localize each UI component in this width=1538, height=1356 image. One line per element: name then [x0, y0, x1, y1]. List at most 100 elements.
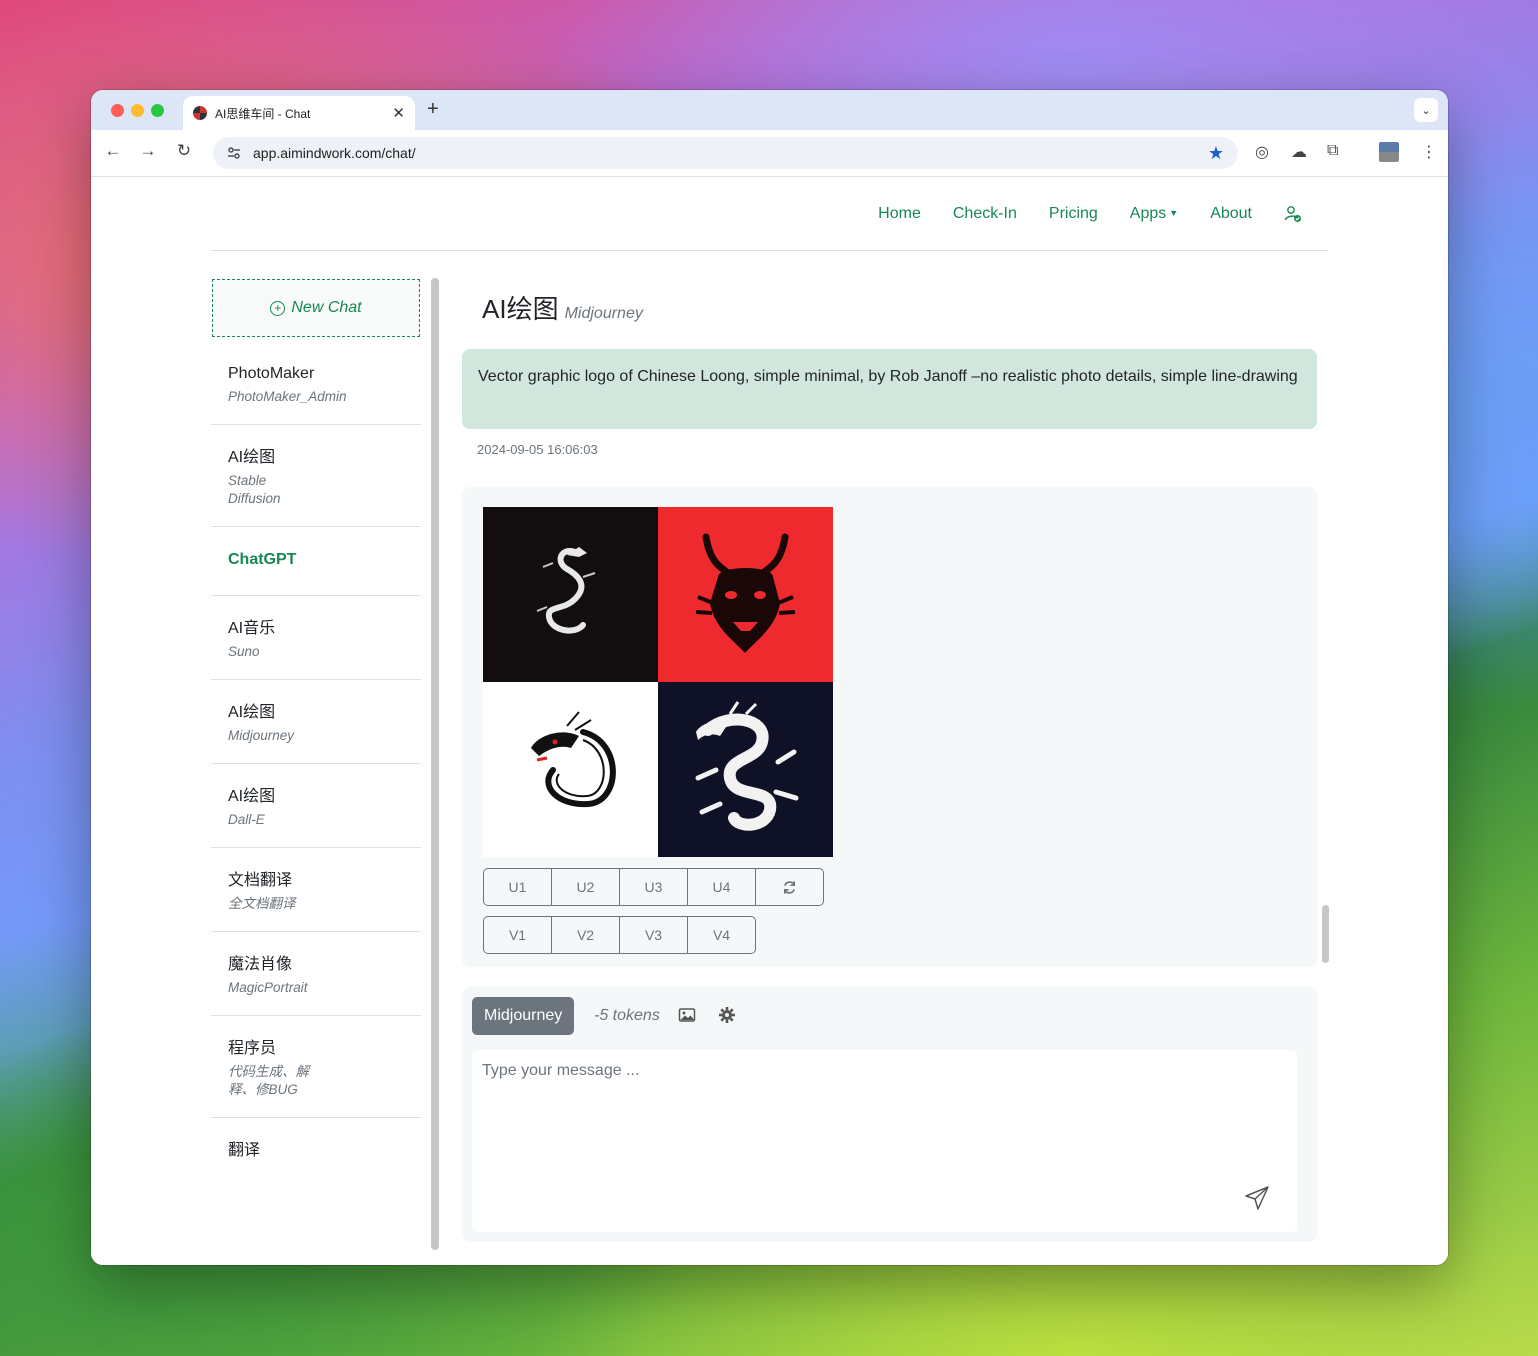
token-cost-label: -5 tokens — [594, 1007, 660, 1024]
sidebar-item-sub: 代码生成、解 释、修BUG — [228, 1064, 309, 1097]
reroll-button[interactable] — [755, 868, 824, 906]
sidebar-item-name: 程序员 — [228, 1040, 277, 1057]
plus-circle-icon: + — [270, 300, 286, 316]
chat-sidebar: + New Chat PhotoMaker PhotoMaker_Admin A… — [211, 279, 421, 1254]
sidebar-item-sub: Midjourney — [228, 728, 295, 743]
new-tab-icon[interactable]: + — [427, 98, 439, 121]
sidebar-item-sub: Stable Diffusion — [228, 473, 281, 506]
sidebar-item-sub: MagicPortrait — [228, 980, 308, 995]
variation-3-button[interactable]: V3 — [619, 916, 688, 954]
site-favicon-icon — [193, 106, 207, 120]
browser-menu-icon[interactable]: ⋮ — [1421, 142, 1437, 162]
dragon-image-1 — [483, 507, 658, 682]
tab-title: AI思维车间 - Chat — [215, 106, 311, 121]
nav-about-link[interactable]: About — [1210, 205, 1252, 223]
sidebar-item-sub: PhotoMaker_Admin — [228, 389, 347, 404]
chat-subtitle: Midjourney — [564, 305, 643, 322]
user-check-icon[interactable] — [1284, 205, 1302, 223]
sidebar-item-name: PhotoMaker — [228, 365, 315, 382]
tab-search-chevron-icon[interactable]: ⌄ — [1414, 98, 1438, 122]
sidebar-item-translate[interactable]: 翻译 — [211, 1118, 421, 1178]
upscale-4-button[interactable]: U4 — [687, 868, 756, 906]
forward-arrow-icon[interactable]: → — [136, 141, 160, 161]
password-manager-icon[interactable]: ◎ — [1255, 142, 1269, 162]
sidebar-item-name: 文档翻译 — [228, 872, 293, 889]
dragon-circle-icon — [531, 711, 616, 808]
dragon-silhouette-icon — [536, 547, 596, 634]
close-window-button[interactable] — [111, 104, 124, 117]
nav-pricing-link[interactable]: Pricing — [1049, 205, 1098, 223]
tab-bar: AI思维车间 - Chat ✕ + ⌄ — [91, 90, 1448, 130]
dragon-image-4 — [658, 682, 833, 857]
chat-main: AI绘图 Midjourney Vector graphic logo of C… — [462, 279, 1317, 1242]
close-tab-icon[interactable]: ✕ — [392, 104, 405, 122]
maximize-window-button[interactable] — [151, 104, 164, 117]
profile-avatar[interactable] — [1379, 142, 1399, 162]
sidebar-item-name: AI绘图 — [228, 449, 276, 466]
back-arrow-icon[interactable]: ← — [101, 141, 125, 161]
upscale-1-button[interactable]: U1 — [483, 868, 552, 906]
sidebar-item-dall-e[interactable]: AI绘图 Dall-E — [211, 764, 421, 848]
generated-image-grid[interactable] — [483, 507, 833, 857]
sidebar-item-name: AI绘图 — [228, 788, 276, 805]
sidebar-item-magic-portrait[interactable]: 魔法肖像 MagicPortrait — [211, 932, 421, 1016]
message-input[interactable] — [472, 1050, 1297, 1232]
dragon-face-icon — [695, 533, 796, 653]
new-chat-label: New Chat — [291, 299, 362, 316]
upscale-button-group: U1 U2 U3 U4 — [483, 868, 824, 906]
sidebar-item-programmer[interactable]: 程序员 代码生成、解 释、修BUG — [211, 1016, 421, 1118]
sidebar-item-doc-translate[interactable]: 文档翻译 全文档翻译 — [211, 848, 421, 932]
bookmark-star-icon[interactable]: ★ — [1208, 143, 1224, 164]
sidebar-item-chatgpt[interactable]: ChatGPT — [211, 527, 421, 596]
extensions-puzzle-icon[interactable]: ⧉ — [1327, 142, 1338, 160]
variation-button-group: V1 V2 V3 V4 — [483, 916, 756, 954]
nav-apps-label: Apps — [1129, 204, 1167, 222]
dragon-image-2 — [658, 507, 833, 682]
dragon-serpent-icon — [695, 701, 799, 831]
upscale-2-button[interactable]: U2 — [551, 868, 620, 906]
browser-tab[interactable]: AI思维车间 - Chat ✕ — [183, 96, 415, 130]
site-settings-icon[interactable] — [227, 146, 241, 160]
model-select-button[interactable]: Midjourney — [472, 997, 575, 1035]
variation-2-button[interactable]: V2 — [551, 916, 620, 954]
reload-icon[interactable]: ↻ — [172, 141, 196, 161]
chat-title: AI绘图 — [482, 294, 559, 324]
cloud-extension-icon[interactable]: ☁ — [1291, 142, 1307, 162]
browser-window: AI思维车间 - Chat ✕ + ⌄ ← → ↻ app.aimindwork… — [91, 90, 1448, 1265]
sidebar-item-sub: Suno — [228, 644, 260, 659]
variation-1-button[interactable]: V1 — [483, 916, 552, 954]
message-composer: Midjourney -5 tokens — [462, 987, 1317, 1242]
variation-4-button[interactable]: V4 — [687, 916, 756, 954]
dragon-image-3 — [483, 682, 658, 857]
sidebar-item-name: 魔法肖像 — [228, 956, 293, 973]
sidebar-item-stable-diffusion[interactable]: AI绘图 Stable Diffusion — [211, 425, 421, 527]
chat-header: AI绘图 Midjourney — [462, 279, 1317, 326]
settings-gear-icon[interactable] — [718, 1006, 736, 1024]
sidebar-item-photomaker[interactable]: PhotoMaker PhotoMaker_Admin — [211, 347, 421, 425]
user-message-bubble: Vector graphic logo of Chinese Loong, si… — [462, 349, 1317, 429]
message-timestamp: 2024-09-05 16:06:03 — [477, 442, 598, 457]
new-chat-button[interactable]: + New Chat — [212, 279, 420, 337]
web-page: Home Check-In Pricing Apps ▼ About + New … — [91, 177, 1448, 1265]
nav-home-link[interactable]: Home — [878, 205, 921, 223]
sidebar-item-name: AI音乐 — [228, 620, 276, 637]
sidebar-item-sub: 全文档翻译 — [228, 896, 296, 911]
sidebar-item-name: ChatGPT — [228, 551, 297, 568]
send-paper-plane-icon[interactable] — [1244, 1185, 1270, 1211]
upscale-3-button[interactable]: U3 — [619, 868, 688, 906]
address-bar[interactable]: app.aimindwork.com/chat/ ★ — [213, 137, 1238, 169]
browser-toolbar: ← → ↻ app.aimindwork.com/chat/ ★ ◎ ☁ ⧉ ⋮ — [91, 130, 1448, 177]
nav-checkin-link[interactable]: Check-In — [953, 205, 1017, 223]
sidebar-item-suno[interactable]: AI音乐 Suno — [211, 596, 421, 680]
caret-down-icon: ▼ — [1169, 207, 1179, 218]
nav-apps-dropdown[interactable]: Apps ▼ — [1130, 205, 1178, 223]
top-navigation: Home Check-In Pricing Apps ▼ About — [211, 177, 1328, 251]
refresh-icon — [783, 880, 796, 894]
sidebar-item-midjourney[interactable]: AI绘图 Midjourney — [211, 680, 421, 764]
bot-message-bubble: U1 U2 U3 U4 V1 V2 V3 V4 — [462, 487, 1317, 967]
sidebar-item-name: AI绘图 — [228, 704, 276, 721]
minimize-window-button[interactable] — [131, 104, 144, 117]
sidebar-scrollbar[interactable] — [431, 278, 439, 1250]
chat-scrollbar[interactable] — [1322, 905, 1329, 963]
image-upload-icon[interactable] — [678, 1006, 696, 1024]
